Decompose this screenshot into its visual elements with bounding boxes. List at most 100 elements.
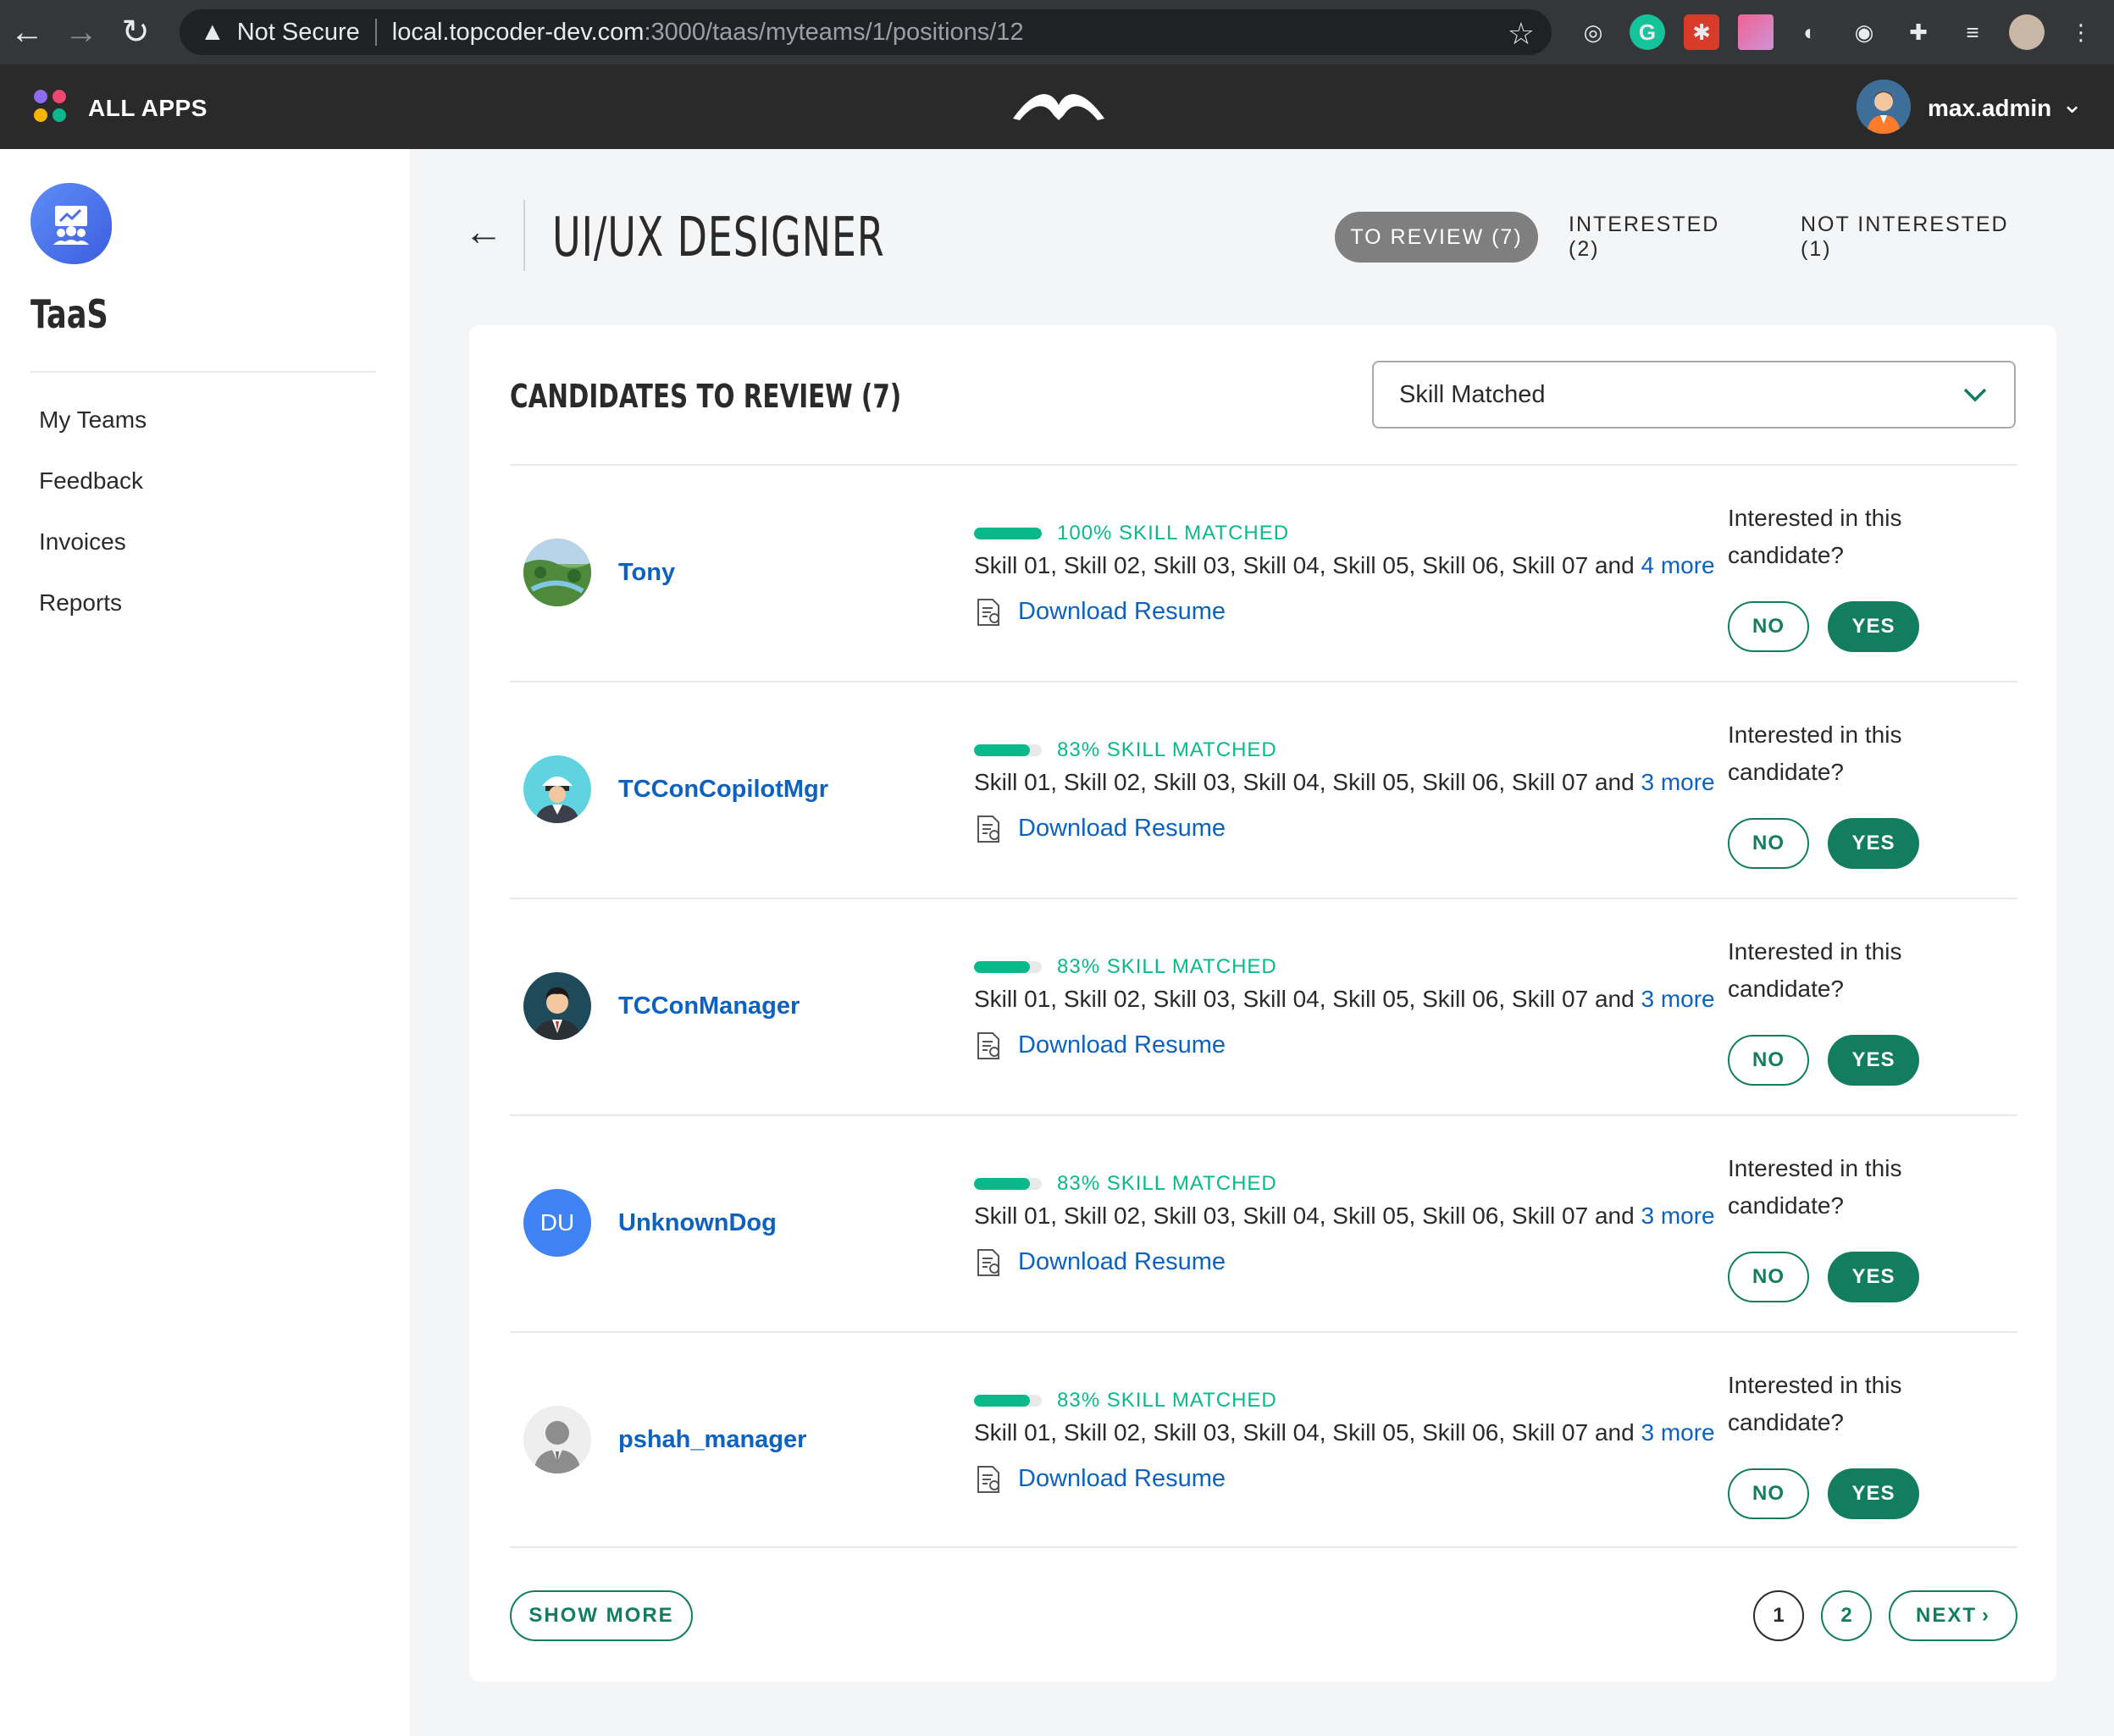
user-name[interactable]: max.admin (1928, 95, 2051, 122)
skill-match-bar (974, 1178, 1042, 1190)
skill-match-fill (974, 1178, 1031, 1190)
yes-button[interactable]: YES (1828, 1252, 1919, 1302)
candidate-avatar[interactable] (523, 539, 591, 606)
skill-list: Skill 01, Skill 02, Skill 03, Skill 04, … (974, 769, 1715, 796)
tab-to-review[interactable]: TO REVIEW (7) (1335, 212, 1538, 263)
more-skills-link[interactable]: 3 more (1641, 986, 1714, 1012)
resume-icon (977, 1466, 999, 1493)
candidate-name[interactable]: pshah_manager (618, 1426, 806, 1454)
skill-match-bar (974, 1395, 1042, 1407)
skill-list: Skill 01, Skill 02, Skill 03, Skill 04, … (974, 1419, 1715, 1446)
user-avatar[interactable] (1857, 80, 1911, 134)
candidate-avatar[interactable]: DU (523, 1189, 591, 1257)
candidate-name[interactable]: Tony (618, 559, 675, 587)
skill-list-text: Skill 01, Skill 02, Skill 03, Skill 04, … (974, 986, 1641, 1012)
app-topbar: ALL APPS max.admin ⌄ (0, 64, 2114, 149)
topcoder-logo-icon (1013, 94, 1104, 120)
address-bar[interactable]: ▲ Not Secure local.topcoder-dev.com:3000… (180, 9, 1552, 55)
skill-match-fill (974, 1395, 1031, 1407)
candidate-name[interactable]: UnknownDog (618, 1209, 777, 1237)
resume-icon (977, 815, 999, 843)
menu-kebab-icon[interactable]: ⋮ (2063, 14, 2099, 50)
extensions-bar: ◎ G ✱ ◐ ◉ ✚ ≡ ⋮ (1575, 12, 2099, 53)
more-skills-link[interactable]: 3 more (1641, 769, 1714, 795)
interest-question: Interested in this candidate? (1728, 1155, 1902, 1219)
page-button-1[interactable]: 1 (1753, 1590, 1804, 1641)
skill-match-fill (974, 528, 1042, 539)
yes-button[interactable]: YES (1828, 1468, 1919, 1519)
sidebar-item-feedback[interactable]: Feedback (39, 467, 143, 495)
resume-icon (977, 599, 999, 626)
reload-icon[interactable]: ↻ (108, 0, 163, 64)
chevron-right-icon: › (1982, 1604, 1990, 1627)
url-path: :3000/taas/myteams/1/positions/12 (644, 18, 1024, 46)
sidebar-item-invoices[interactable]: Invoices (39, 528, 126, 556)
interest-question: Interested in this candidate? (1728, 505, 1902, 568)
warning-icon: ▲ (200, 18, 225, 46)
back-arrow-icon[interactable]: ← (464, 208, 503, 254)
paw-extension-icon[interactable]: ✱ (1684, 14, 1719, 50)
tab-interested[interactable]: INTERESTED (2) (1569, 212, 1757, 263)
download-resume-link[interactable]: Download Resume (1018, 1248, 1226, 1276)
all-apps-label[interactable]: ALL APPS (88, 95, 208, 122)
download-resume-link[interactable]: Download Resume (1018, 1465, 1226, 1493)
page-title: UI/UX DESIGNER (552, 207, 885, 269)
candidate-avatar[interactable] (523, 972, 591, 1040)
skill-list-text: Skill 01, Skill 02, Skill 03, Skill 04, … (974, 769, 1641, 795)
more-skills-link[interactable]: 3 more (1641, 1419, 1714, 1446)
sort-value: Skill Matched (1399, 380, 1546, 408)
resume-icon (977, 1249, 999, 1276)
interest-question: Interested in this candidate? (1728, 721, 1902, 785)
card-title: CANDIDATES TO REVIEW (7) (510, 378, 902, 415)
sidebar-item-my-teams[interactable]: My Teams (39, 406, 147, 434)
taas-logo-icon (30, 183, 112, 264)
download-resume-link[interactable]: Download Resume (1018, 815, 1226, 843)
more-skills-link[interactable]: 4 more (1641, 552, 1714, 578)
swirl-extension-icon[interactable]: ◐ (1792, 14, 1828, 50)
download-resume-link[interactable]: Download Resume (1018, 1031, 1226, 1059)
skill-match-label: 100% SKILL MATCHED (1057, 522, 1290, 545)
no-button[interactable]: NO (1728, 818, 1809, 869)
no-button[interactable]: NO (1728, 601, 1809, 652)
download-resume-link[interactable]: Download Resume (1018, 598, 1226, 626)
sidebar-item-reports[interactable]: Reports (39, 589, 122, 616)
interest-question: Interested in this candidate? (1728, 938, 1902, 1002)
candidates-card: CANDIDATES TO REVIEW (7) Skill Matched T… (469, 325, 2056, 1682)
gradient-extension-icon[interactable] (1738, 14, 1774, 50)
header-divider (523, 200, 525, 271)
no-button[interactable]: NO (1728, 1252, 1809, 1302)
no-button[interactable]: NO (1728, 1035, 1809, 1086)
skill-list-text: Skill 01, Skill 02, Skill 03, Skill 04, … (974, 552, 1641, 578)
back-icon[interactable]: ← (0, 0, 54, 64)
target-extension-icon[interactable]: ◎ (1575, 14, 1611, 50)
skill-match-label: 83% SKILL MATCHED (1057, 1172, 1277, 1195)
sort-select[interactable]: Skill Matched (1372, 361, 2016, 428)
skill-list: Skill 01, Skill 02, Skill 03, Skill 04, … (974, 1202, 1715, 1230)
media-queue-icon[interactable]: ≡ (1955, 14, 1990, 50)
skill-match-label: 83% SKILL MATCHED (1057, 738, 1277, 761)
yes-button[interactable]: YES (1828, 818, 1919, 869)
more-skills-link[interactable]: 3 more (1641, 1202, 1714, 1229)
candidate-name[interactable]: TCConCopilotMgr (618, 776, 828, 804)
no-button[interactable]: NO (1728, 1468, 1809, 1519)
page-button-2[interactable]: 2 (1821, 1590, 1872, 1641)
profile-avatar-icon[interactable] (2009, 14, 2045, 50)
forward-icon[interactable]: → (54, 0, 108, 64)
candidate-name[interactable]: TCConManager (618, 992, 800, 1020)
resume-icon (977, 1032, 999, 1059)
apps-grid-icon[interactable] (34, 90, 68, 124)
yes-button[interactable]: YES (1828, 601, 1919, 652)
grammarly-extension-icon[interactable]: G (1630, 14, 1665, 50)
skill-match-fill (974, 744, 1031, 756)
candidate-avatar[interactable] (523, 755, 591, 823)
bookmark-star-icon[interactable]: ☆ (1508, 16, 1535, 52)
yes-button[interactable]: YES (1828, 1035, 1919, 1086)
next-button[interactable]: NEXT › (1889, 1590, 2017, 1641)
chevron-down-icon[interactable]: ⌄ (2061, 90, 2083, 119)
candidate-avatar[interactable] (523, 1406, 591, 1473)
puzzle-extension-icon[interactable]: ✚ (1901, 14, 1936, 50)
show-more-button[interactable]: SHOW MORE (510, 1590, 693, 1641)
circle-extension-icon[interactable]: ◉ (1846, 14, 1882, 50)
url-host: local.topcoder-dev.com (391, 18, 645, 46)
tab-not-interested[interactable]: NOT INTERESTED (1) (1801, 212, 2045, 263)
